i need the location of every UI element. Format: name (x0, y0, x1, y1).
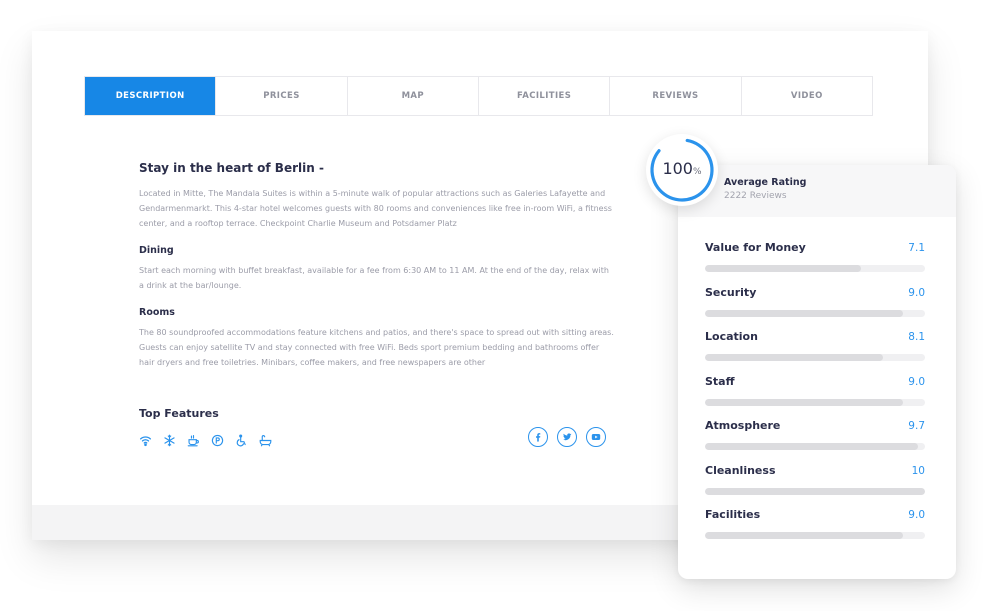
coffee-icon (186, 433, 201, 448)
rating-bar (705, 354, 925, 361)
tab-bar: DESCRIPTION PRICES MAP FACILITIES REVIEW… (84, 76, 873, 116)
rating-label: Location (705, 330, 758, 343)
rating-bar (705, 532, 925, 539)
tab-facilities[interactable]: FACILITIES (479, 77, 611, 115)
rating-label: Cleanliness (705, 463, 776, 477)
rating-bar-fill (705, 487, 925, 495)
accessible-icon (234, 433, 249, 448)
rating-bar-fill (705, 265, 862, 272)
social-links (528, 427, 606, 447)
top-features-heading: Top Features (139, 407, 219, 420)
tab-description[interactable]: DESCRIPTION (85, 77, 217, 115)
rating-row-atmosphere: Atmosphere 9.7 (705, 419, 925, 464)
review-count: 2222 Reviews (724, 191, 787, 201)
bathtub-icon (258, 433, 273, 448)
twitter-icon (563, 433, 572, 441)
rating-label: Security (705, 285, 757, 299)
rating-percent-sign: % (692, 167, 702, 177)
facebook-icon (536, 433, 541, 442)
rating-value: 7.1 (908, 242, 925, 254)
dining-heading: Dining (139, 245, 174, 256)
feature-icons (138, 433, 273, 448)
rating-bar (705, 443, 925, 450)
rating-bar-fill (705, 398, 903, 406)
rating-value: 10 (911, 464, 925, 477)
rating-card: Average Rating 2222 Reviews Value for Mo… (678, 165, 956, 579)
rating-bar-fill (705, 443, 919, 450)
rating-list: Value for Money 7.1 Security 9.0 Locatio… (705, 241, 925, 553)
rating-value: 8.1 (908, 331, 925, 343)
intro-paragraph: Located in Mitte, The Mandala Suites is … (139, 189, 612, 228)
rating-bar-fill (705, 309, 903, 317)
rating-label: Facilities (705, 508, 761, 521)
rating-value: 9.7 (908, 420, 925, 432)
youtube-icon (591, 434, 601, 440)
rating-row-facilities: Facilities 9.0 (705, 508, 925, 553)
rating-bar-fill (705, 532, 903, 539)
rooms-paragraph: The 80 soundproofed accommodations featu… (139, 328, 614, 367)
overall-rating-value: 100% (646, 159, 718, 178)
rating-label: Staff (705, 374, 735, 388)
rating-bar (705, 265, 925, 272)
tab-reviews[interactable]: REVIEWS (610, 77, 742, 115)
rating-row-staff: Staff 9.0 (705, 375, 925, 420)
rating-header: Average Rating 2222 Reviews (678, 165, 956, 217)
rating-percent-number: 100 (662, 159, 693, 178)
tab-map[interactable]: MAP (348, 77, 479, 115)
average-rating-title: Average Rating (724, 177, 807, 188)
tab-video[interactable]: VIDEO (742, 77, 872, 115)
description-content: Stay in the heart of Berlin - Located in… (139, 161, 614, 384)
rating-row-security: Security 9.0 (705, 286, 925, 331)
youtube-button[interactable] (586, 427, 606, 447)
rating-label: Atmosphere (705, 419, 781, 432)
air-conditioning-icon (162, 433, 177, 448)
rating-bar (705, 487, 925, 495)
rating-value: 9.0 (908, 375, 925, 388)
wifi-icon (138, 433, 153, 448)
rating-bar-fill (705, 354, 884, 361)
overall-rating-circle: 100% (646, 134, 718, 206)
rating-bar (705, 398, 925, 406)
rating-row-location: Location 8.1 (705, 330, 925, 375)
rating-label: Value for Money (705, 241, 806, 254)
description-title: Stay in the heart of Berlin - (139, 161, 324, 175)
tab-prices[interactable]: PRICES (216, 77, 348, 115)
facebook-button[interactable] (528, 427, 548, 447)
rating-value: 9.0 (908, 286, 925, 299)
rating-bar (705, 309, 925, 317)
rating-row-cleanliness: Cleanliness 10 (705, 464, 925, 509)
dining-paragraph: Start each morning with buffet breakfast… (139, 266, 609, 290)
twitter-button[interactable] (557, 427, 577, 447)
parking-icon (210, 433, 225, 448)
rooms-heading: Rooms (139, 307, 175, 318)
rating-value: 9.0 (908, 509, 925, 521)
rating-row-value-for-money: Value for Money 7.1 (705, 241, 925, 286)
